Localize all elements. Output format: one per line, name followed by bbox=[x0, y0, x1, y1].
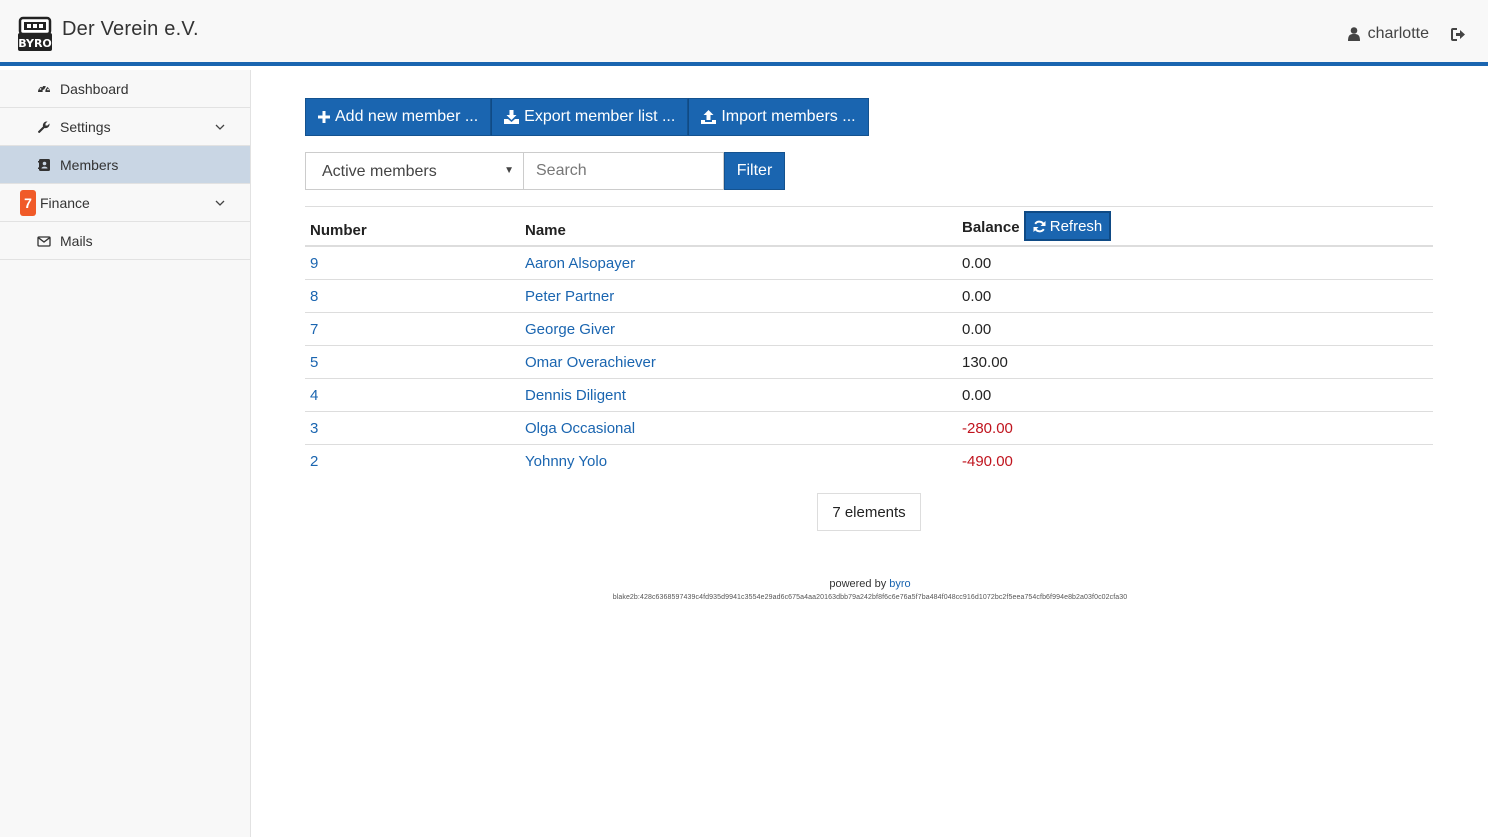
powered-by-text: powered by bbox=[829, 578, 887, 590]
export-member-list-label: Export member list ... bbox=[524, 108, 676, 125]
member-number-link[interactable]: 4 bbox=[310, 387, 318, 404]
table-row: 3 Olga Occasional -280.00 bbox=[305, 412, 1433, 445]
sidebar-item-label: Dashboard bbox=[60, 81, 129, 97]
footer: powered by byro blake2b:428c6368597439c4… bbox=[252, 578, 1488, 601]
column-header-name[interactable]: Name bbox=[525, 222, 566, 239]
sidebar-item-dashboard[interactable]: Dashboard bbox=[0, 70, 250, 108]
address-book-icon bbox=[38, 159, 50, 171]
sidebar-item-settings[interactable]: Settings bbox=[0, 108, 250, 146]
organization-name[interactable]: Der Verein e.V. bbox=[62, 18, 199, 41]
byro-link[interactable]: byro bbox=[889, 578, 910, 590]
refresh-icon bbox=[1033, 220, 1046, 232]
dashboard-icon bbox=[38, 85, 50, 93]
filter-button[interactable]: Filter bbox=[724, 152, 785, 190]
chevron-down-icon bbox=[215, 124, 225, 130]
refresh-button[interactable]: Refresh bbox=[1024, 211, 1111, 241]
finance-badge: 7 bbox=[20, 190, 36, 216]
sidebar-item-finance[interactable]: 7 Finance bbox=[0, 184, 250, 222]
logout-icon[interactable] bbox=[1451, 27, 1466, 41]
export-member-list-button[interactable]: Export member list ... bbox=[491, 98, 689, 136]
member-number-link[interactable]: 3 bbox=[310, 420, 318, 437]
member-number-link[interactable]: 7 bbox=[310, 321, 318, 338]
envelope-icon bbox=[37, 236, 51, 247]
byro-logo[interactable]: BYRO bbox=[16, 15, 54, 53]
table-row: 7 George Giver 0.00 bbox=[305, 313, 1433, 346]
upload-icon bbox=[701, 110, 717, 124]
search-input[interactable] bbox=[524, 152, 724, 190]
member-name-link[interactable]: Yohnny Yolo bbox=[525, 453, 607, 470]
wrench-icon bbox=[37, 121, 50, 134]
import-members-button[interactable]: Import members ... bbox=[688, 98, 869, 136]
sidebar-item-label: Settings bbox=[60, 119, 111, 135]
powered-by-line: powered by byro bbox=[252, 578, 1488, 590]
member-balance: -280.00 bbox=[962, 420, 1013, 437]
version-hash: blake2b:428c6368597439c4fd935d9941c3554e… bbox=[612, 594, 1128, 601]
table-body: 9 Aaron Alsopayer 0.00 8 Peter Partner 0.00 7 G… bbox=[305, 247, 1433, 478]
sidebar-item-mails[interactable]: Mails bbox=[0, 222, 250, 260]
member-name-link[interactable]: Olga Occasional bbox=[525, 420, 635, 437]
member-balance: 0.00 bbox=[962, 387, 992, 404]
member-balance: 0.00 bbox=[962, 321, 992, 338]
table-row: 8 Peter Partner 0.00 bbox=[305, 280, 1433, 313]
dropdown-arrow-icon: ▼ bbox=[504, 165, 514, 176]
member-number-link[interactable]: 5 bbox=[310, 354, 318, 371]
member-balance: 130.00 bbox=[962, 354, 1008, 371]
top-navbar: BYRO Der Verein e.V. charlotte bbox=[0, 0, 1488, 66]
member-status-select[interactable]: Active members ▼ bbox=[305, 152, 524, 190]
table-header: Number Name Balance Refresh bbox=[305, 207, 1433, 247]
username[interactable]: charlotte bbox=[1368, 25, 1429, 43]
table-row: 2 Yohnny Yolo -490.00 bbox=[305, 445, 1433, 478]
sidebar: Dashboard Settings Members 7 Finance Mai… bbox=[0, 70, 251, 837]
plus-icon bbox=[318, 111, 330, 123]
member-status-selected: Active members bbox=[322, 163, 437, 180]
user-icon bbox=[1347, 27, 1360, 41]
sidebar-item-label: Mails bbox=[60, 233, 93, 249]
add-member-button[interactable]: Add new member ... bbox=[305, 98, 492, 136]
add-member-label: Add new member ... bbox=[335, 108, 479, 125]
element-count: 7 elements bbox=[817, 493, 921, 531]
import-members-label: Import members ... bbox=[721, 108, 856, 125]
member-name-link[interactable]: Aaron Alsopayer bbox=[525, 255, 635, 272]
sidebar-item-label: Finance bbox=[40, 195, 90, 211]
member-name-link[interactable]: George Giver bbox=[525, 321, 615, 338]
table-row: 4 Dennis Diligent 0.00 bbox=[305, 379, 1433, 412]
member-actions: Add new member ... Export member list ..… bbox=[305, 98, 869, 136]
user-menu: charlotte bbox=[1347, 23, 1466, 45]
table-row: 9 Aaron Alsopayer 0.00 bbox=[305, 247, 1433, 280]
member-name-link[interactable]: Dennis Diligent bbox=[525, 387, 626, 404]
member-name-link[interactable]: Omar Overachiever bbox=[525, 354, 656, 371]
filter-form: Active members ▼ Filter bbox=[305, 152, 785, 190]
download-icon bbox=[504, 110, 520, 124]
column-header-number[interactable]: Number bbox=[310, 222, 367, 239]
member-balance: -490.00 bbox=[962, 453, 1013, 470]
member-number-link[interactable]: 2 bbox=[310, 453, 318, 470]
sidebar-item-members[interactable]: Members bbox=[0, 146, 250, 184]
sidebar-item-label: Members bbox=[60, 157, 119, 173]
chevron-down-icon bbox=[215, 200, 225, 206]
table-row: 5 Omar Overachiever 130.00 bbox=[305, 346, 1433, 379]
member-name-link[interactable]: Peter Partner bbox=[525, 288, 614, 305]
member-balance: 0.00 bbox=[962, 288, 992, 305]
members-table: Number Name Balance Refresh 9 Aaron Alsop… bbox=[305, 206, 1433, 478]
member-number-link[interactable]: 8 bbox=[310, 288, 318, 305]
refresh-label: Refresh bbox=[1049, 217, 1103, 235]
member-number-link[interactable]: 9 bbox=[310, 255, 318, 272]
column-header-balance[interactable]: Balance bbox=[962, 219, 1020, 236]
svg-text:BYRO: BYRO bbox=[18, 37, 52, 50]
member-balance: 0.00 bbox=[962, 255, 992, 272]
